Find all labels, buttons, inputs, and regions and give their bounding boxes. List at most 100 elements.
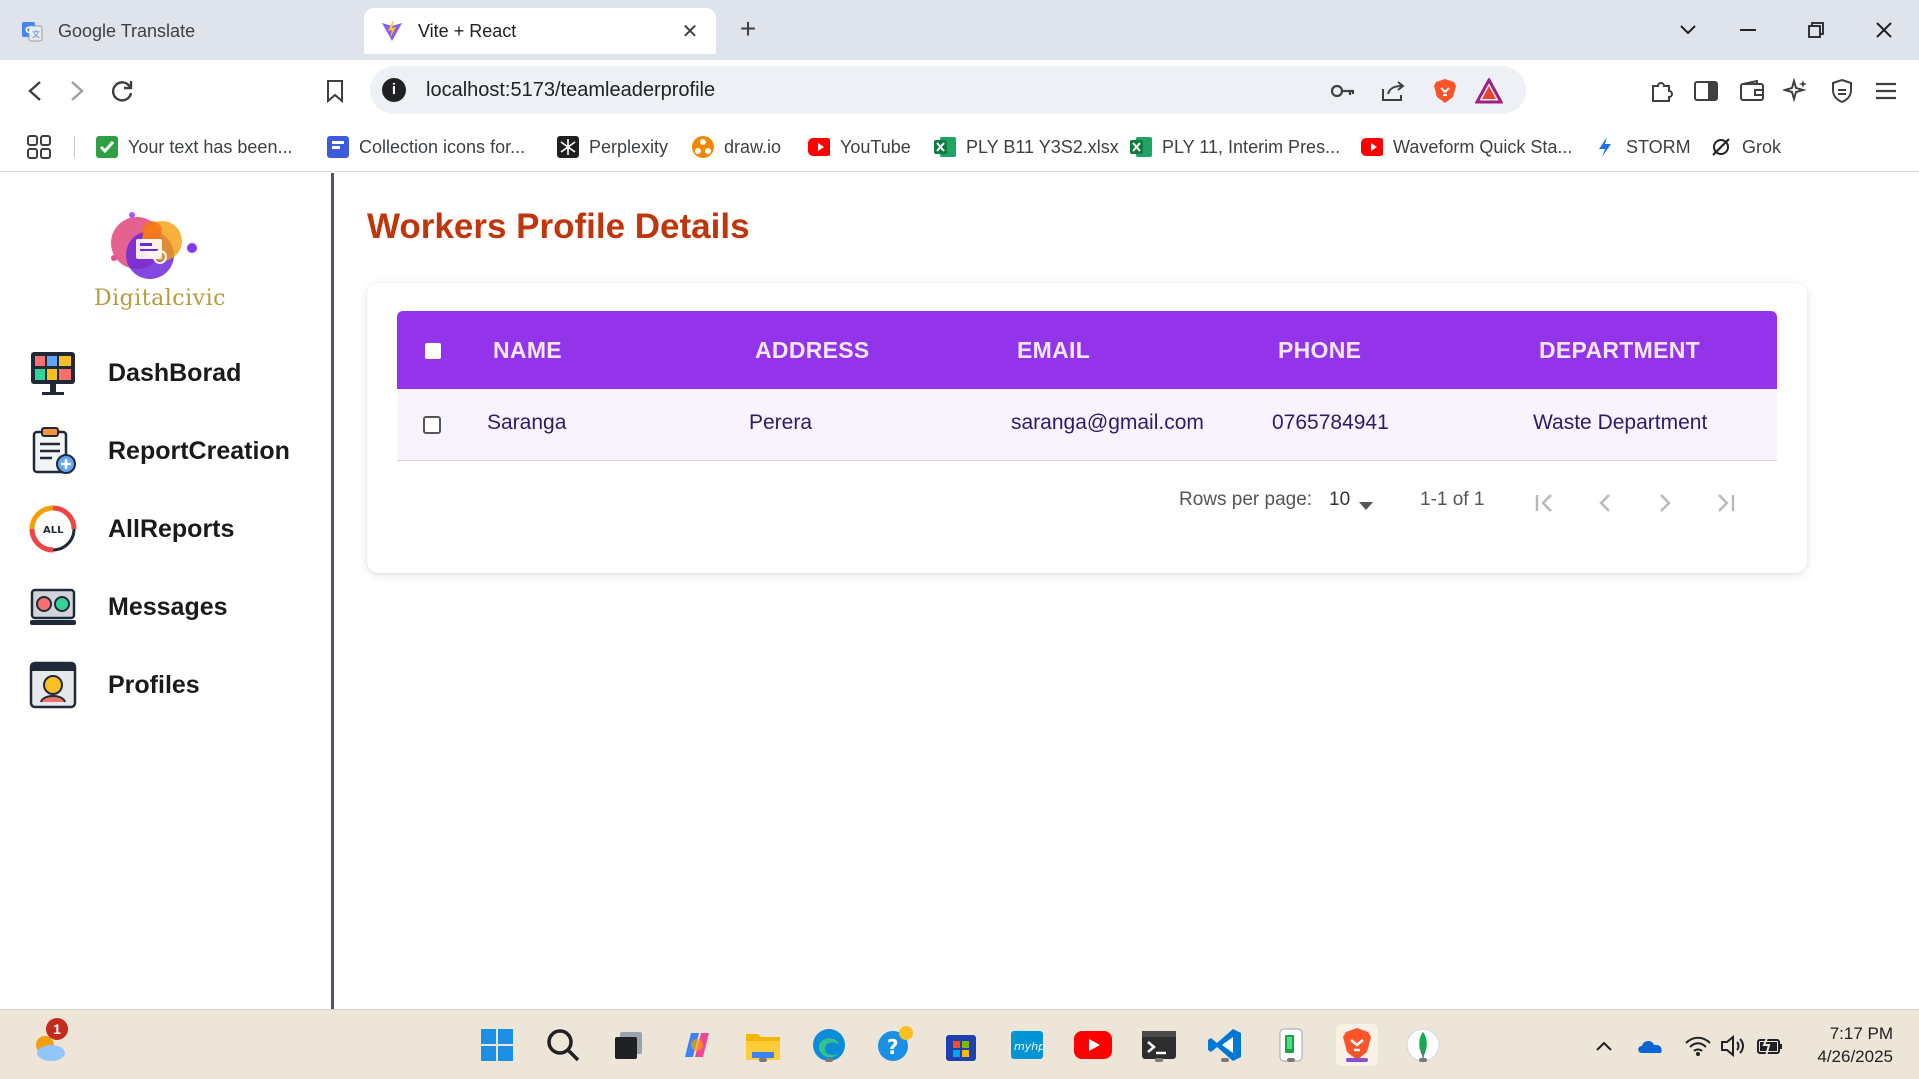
next-page-icon[interactable] [1647, 485, 1683, 521]
bookmark-item[interactable]: PLY B11 Y3S2.xlsx [934, 134, 1119, 160]
dashboard-icon [31, 352, 75, 395]
mongodb-compass-icon[interactable] [1402, 1024, 1444, 1066]
pagination: Rows per page: 10 1-1 of 1 [367, 483, 1807, 523]
rows-per-page-select[interactable]: 10 [1329, 489, 1350, 511]
microsoft-store-icon[interactable] [940, 1024, 982, 1066]
forward-icon[interactable] [58, 72, 96, 110]
close-window-icon[interactable] [1864, 12, 1904, 48]
brave-shields-icon[interactable] [1430, 76, 1460, 106]
search-icon[interactable] [542, 1024, 584, 1066]
check-icon [96, 136, 118, 158]
wallet-icon[interactable] [1734, 73, 1770, 109]
grok-icon [1710, 136, 1732, 158]
task-view-icon[interactable] [608, 1024, 650, 1066]
key-icon[interactable] [1328, 76, 1358, 106]
file-explorer-icon[interactable] [742, 1024, 784, 1066]
row-checkbox[interactable] [423, 416, 441, 434]
vpn-shield-icon[interactable] [1824, 73, 1860, 109]
bookmark-item[interactable]: YouTube [808, 134, 911, 160]
column-header-department[interactable]: DEPARTMENT [1539, 337, 1700, 364]
show-hidden-icons-chevron-icon[interactable] [1590, 1032, 1618, 1060]
onedrive-icon[interactable] [1636, 1032, 1664, 1060]
terminal-icon[interactable] [1138, 1024, 1180, 1066]
bookmark-item[interactable]: Perplexity [557, 134, 668, 160]
youtube-app-icon[interactable] [1072, 1024, 1114, 1066]
reload-icon[interactable] [103, 72, 141, 110]
weather-icon[interactable]: 1 [28, 1018, 70, 1066]
sidebar-item-label: Profiles [108, 670, 200, 699]
start-icon[interactable] [476, 1024, 518, 1066]
tab-google-translate[interactable]: G文 Google Translate [4, 8, 360, 54]
wifi-icon[interactable] [1684, 1032, 1712, 1060]
cell-phone: 0765784941 [1272, 411, 1389, 434]
bookmark-item[interactable]: STORM [1594, 134, 1691, 160]
restore-icon[interactable] [1796, 12, 1836, 48]
tab-vite-react[interactable]: Vite + React ✕ [364, 8, 716, 54]
bookmarks-divider [74, 136, 75, 158]
minimize-icon[interactable] [1728, 12, 1768, 48]
sidebar-item-dashboard[interactable]: DashBorad [28, 345, 318, 401]
vite-icon [380, 19, 404, 43]
brave-rewards-icon[interactable] [1474, 76, 1504, 106]
bookmark-item[interactable]: Your text has been... [96, 134, 292, 160]
logo-text: Digitalcivic [94, 286, 226, 311]
column-header-email[interactable]: EMAIL [1017, 337, 1090, 364]
column-header-address[interactable]: ADDRESS [755, 337, 870, 364]
running-indicator [759, 1058, 767, 1062]
tab-search-chevron-icon[interactable] [1668, 12, 1708, 48]
address-bar[interactable]: i localhost:5173/teamleaderprofile [370, 66, 1526, 114]
bookmark-item[interactable]: draw.io [692, 134, 781, 160]
storm-icon [1594, 136, 1616, 158]
sidebar-item-report-creation[interactable]: ReportCreation [28, 423, 318, 479]
extensions-icon[interactable] [1644, 73, 1680, 109]
tab-label: Vite + React [418, 20, 517, 41]
column-header-name[interactable]: NAME [493, 337, 562, 364]
system-clock[interactable]: 7:17 PM 4/26/2025 [1817, 1022, 1893, 1068]
myhp-icon[interactable]: myhp [1006, 1024, 1048, 1066]
select-all-checkbox[interactable] [425, 343, 441, 359]
site-info-icon[interactable]: i [382, 78, 406, 102]
get-help-icon[interactable]: ? [874, 1024, 916, 1066]
menu-icon[interactable] [1868, 73, 1904, 109]
chevron-down-icon[interactable] [1359, 497, 1373, 515]
bookmark-item[interactable]: Collection icons for... [327, 134, 525, 160]
leo-ai-icon[interactable] [1778, 73, 1814, 109]
previous-page-icon[interactable] [1587, 485, 1623, 521]
cell-name: Saranga [487, 411, 567, 434]
bookmark-label: Collection icons for... [359, 136, 526, 157]
page-title: Workers Profile Details [367, 207, 750, 246]
brave-browser-icon[interactable] [1336, 1024, 1378, 1066]
profiles-icon [29, 661, 77, 709]
bookmark-item[interactable]: Waveform Quick Sta... [1361, 134, 1572, 160]
column-header-phone[interactable]: PHONE [1278, 337, 1361, 364]
notepad-app-icon[interactable] [1270, 1024, 1312, 1066]
windows-taskbar: 1 ? myhp 7:17 PM 4/26/2025 [0, 1009, 1919, 1079]
sidebar-item-messages[interactable]: Messages [28, 579, 318, 635]
bookmark-icon[interactable] [316, 72, 354, 110]
browser-tabstrip: G文 Google Translate Vite + React ✕ + [0, 0, 1919, 60]
sidebar-item-all-reports[interactable]: ALL AllReports [28, 501, 318, 557]
tab-label: Google Translate [58, 20, 196, 41]
share-icon[interactable] [1378, 76, 1408, 106]
sidebar-item-profiles[interactable]: Profiles [28, 657, 318, 713]
table-row[interactable]: Saranga Perera saranga@gmail.com 0765784… [397, 389, 1777, 461]
back-icon[interactable] [16, 72, 54, 110]
close-tab-icon[interactable]: ✕ [678, 19, 702, 43]
edge-icon[interactable] [808, 1024, 850, 1066]
report-creation-icon [32, 427, 76, 474]
bookmark-item[interactable]: PLY 11, Interim Pres... [1130, 134, 1340, 160]
battery-icon[interactable] [1756, 1032, 1784, 1060]
url-text: localhost:5173/teamleaderprofile [426, 79, 716, 101]
pagination-range: 1-1 of 1 [1420, 489, 1485, 510]
bookmark-label: Grok [1742, 136, 1782, 157]
last-page-icon[interactable] [1707, 485, 1743, 521]
bookmark-item[interactable]: Grok [1710, 134, 1781, 160]
first-page-icon[interactable] [1527, 485, 1563, 521]
new-tab-button[interactable]: + [732, 14, 764, 46]
vscode-icon[interactable] [1204, 1024, 1246, 1066]
svg-text:ALL: ALL [43, 525, 64, 536]
volume-icon[interactable] [1720, 1032, 1748, 1060]
copilot-icon[interactable] [676, 1024, 718, 1066]
apps-grid-icon[interactable] [26, 134, 52, 160]
sidebar-icon[interactable] [1688, 73, 1724, 109]
